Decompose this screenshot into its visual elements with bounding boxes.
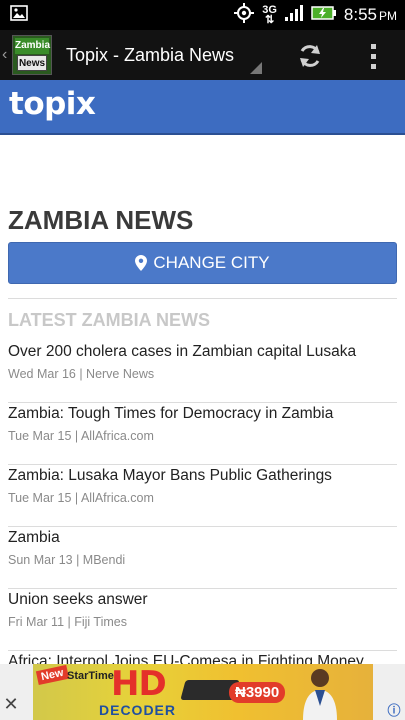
ad-creative[interactable]: New StarTimes HD DECODER ₦3990 [33,664,373,720]
logo-bottom-text: News [17,55,47,71]
page-title: ZAMBIA NEWS [8,205,194,235]
news-meta: Tue Mar 15 | AllAfrica.com [8,429,154,443]
divider [8,298,397,299]
news-list: Over 200 cholera cases in Zambian capita… [8,341,397,713]
ad-hd-text: HD [111,664,167,704]
news-item[interactable]: Zambia Sun Mar 13 | MBendi [8,527,397,589]
news-item[interactable]: Zambia: Tough Times for Democracy in Zam… [8,403,397,465]
screen: 3G ⇅ 8:55 PM ‹ Zambia News Topix - Zambi… [0,0,405,720]
app-title[interactable]: Topix - Zambia News [66,45,234,66]
news-item[interactable]: Zambia: Lusaka Mayor Bans Public Gatheri… [8,465,397,527]
news-item[interactable]: Union seeks answer Fri Mar 11 | Fiji Tim… [8,589,397,651]
action-bar: ‹ Zambia News Topix - Zambia News [0,30,405,80]
news-meta: Fri Mar 11 | Fiji Times [8,615,127,629]
ad-banner: ✕ New StarTimes HD DECODER ₦3990 ⓘ [0,664,405,720]
location-pin-icon [135,255,148,271]
news-headline[interactable]: Zambia: Lusaka Mayor Bans Public Gatheri… [8,467,397,485]
refresh-icon [300,45,320,67]
dropdown-indicator-icon [250,62,262,74]
news-meta: Tue Mar 15 | AllAfrica.com [8,491,154,505]
topix-header: topix [0,80,405,135]
overflow-menu-button[interactable] [358,38,388,74]
news-meta: Wed Mar 16 | Nerve News [8,367,155,381]
news-meta: Sun Mar 13 | MBendi [8,553,126,567]
logo-top-text: Zambia [15,38,50,54]
overflow-dot [370,53,376,59]
ad-new-label: New [35,664,69,686]
ad-price: ₦3990 [229,682,286,703]
ad-person-image [303,669,337,720]
change-city-label: CHANGE CITY [153,253,270,272]
overflow-dot [370,63,376,69]
news-headline[interactable]: Over 200 cholera cases in Zambian capita… [8,343,397,361]
ad-close-button[interactable]: ✕ [0,694,22,720]
topix-logo[interactable]: topix [9,86,96,122]
news-item[interactable]: Over 200 cholera cases in Zambian capita… [8,341,397,403]
network-type: 3G ⇅ [262,4,277,26]
news-headline[interactable]: Union seeks answer [8,591,397,609]
ad-info-icon[interactable]: ⓘ [383,700,405,720]
image-icon [10,4,28,26]
battery-charging-icon [311,5,337,26]
app-logo[interactable]: Zambia News [12,35,52,75]
status-bar: 3G ⇅ 8:55 PM [0,0,405,30]
news-headline[interactable]: Zambia [8,529,397,547]
overflow-dot [370,43,376,49]
gps-icon [233,2,255,29]
news-headline[interactable]: Zambia: Tough Times for Democracy in Zam… [8,405,397,423]
status-time: 8:55 PM [343,5,397,24]
back-chevron-icon[interactable]: ‹ [2,46,10,64]
ad-decoder-text: DECODER [99,702,177,718]
signal-icon [284,4,304,27]
refresh-button[interactable] [292,38,328,74]
section-heading: LATEST ZAMBIA NEWS [8,310,210,330]
change-city-button[interactable]: CHANGE CITY [8,242,397,284]
